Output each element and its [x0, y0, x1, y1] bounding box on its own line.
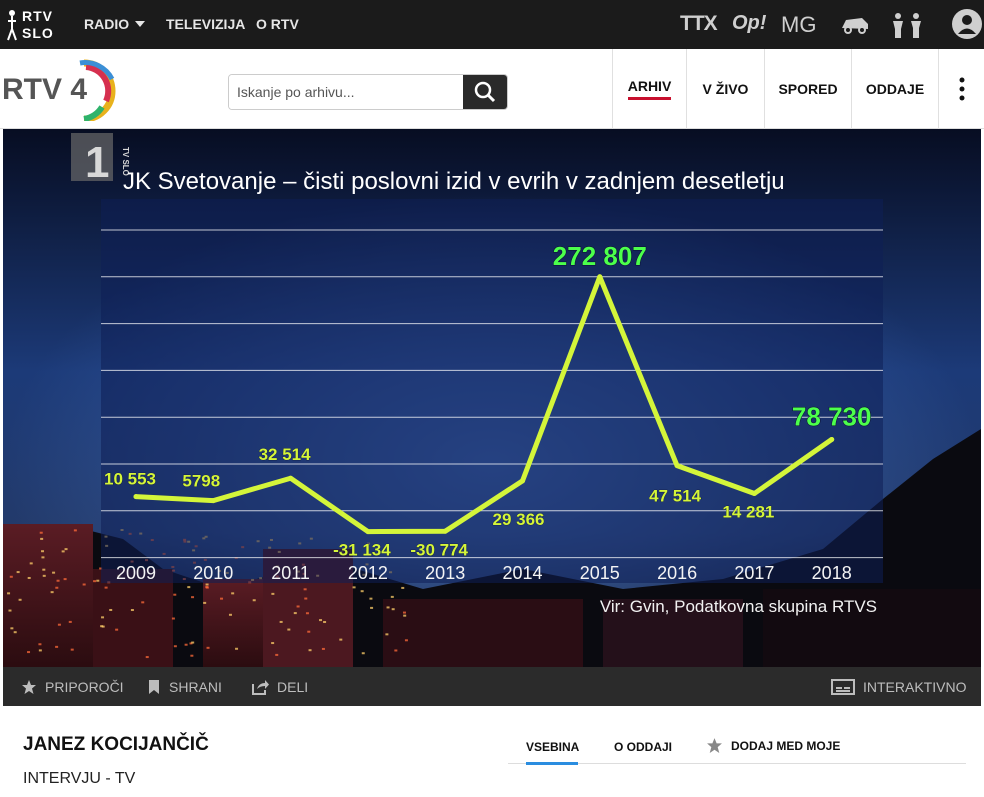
nav-v-zivo-label: V ŽIVO: [702, 81, 749, 97]
chart-point: [597, 274, 603, 280]
episode-info: JANEZ KOCIJANČIČ INTERVJU - TV VSEBINA O…: [3, 706, 981, 797]
channel-logo-number: 1: [85, 138, 109, 187]
accessibility-icon[interactable]: [890, 12, 926, 38]
search-input[interactable]: [229, 75, 465, 109]
save-button[interactable]: SHRANI: [147, 679, 222, 695]
chart-point: [442, 528, 448, 534]
search-icon: [474, 81, 496, 103]
chart-point: [520, 478, 525, 484]
tab-dodaj-med-moje[interactable]: DODAJ MED MOJE: [706, 737, 840, 754]
chart-point: [133, 494, 139, 500]
chart-point: [829, 436, 835, 442]
chart-title: JK Svetovanje – čisti poslovni izid v ev…: [123, 168, 785, 195]
chart-point: [365, 529, 371, 535]
active-tab-indicator: [526, 762, 578, 765]
chart-x-tick: 2011: [271, 563, 310, 583]
chart-x-tick: 2009: [116, 563, 156, 583]
rtvslo-figure-icon: [7, 10, 17, 41]
chart-data-label: 10 553: [104, 470, 156, 489]
chart-data-label: -31 134: [333, 541, 391, 560]
zkp-icon[interactable]: [840, 12, 872, 36]
bookmark-icon: [149, 680, 159, 694]
nav-v-zivo[interactable]: V ŽIVO: [686, 49, 764, 129]
chart-x-tick: 2017: [734, 563, 774, 583]
video-player[interactable]: 1 TV SLO JK Svetovanje – čisti poslovni …: [3, 129, 981, 667]
chart-x-tick: 2015: [580, 563, 620, 583]
star-icon: [22, 680, 36, 694]
chart-x-tick: 2013: [425, 563, 465, 583]
interactive-label: INTERAKTIVNO: [863, 679, 967, 695]
chart-data-label: 47 514: [649, 487, 702, 506]
chart-x-tick: 2016: [657, 563, 697, 583]
rtv4-logo[interactable]: RTV 4: [2, 57, 122, 123]
more-vertical-icon: [959, 77, 964, 101]
chart-data-label: 272 807: [553, 241, 647, 271]
share-label: DELI: [277, 679, 309, 695]
chart-data-label: 5798: [182, 472, 220, 491]
zkp-car-icon: [842, 18, 868, 34]
chevron-down-icon: [135, 21, 146, 27]
chart-point: [751, 490, 757, 496]
player-controls: PRIPOROČI SHRANI DELI INTERAKTIVNO: [3, 667, 981, 706]
share-icon: [252, 680, 269, 695]
chart-point: [288, 475, 294, 481]
recommend-label: PRIPOROČI: [45, 679, 124, 695]
nav-spored-label: SPORED: [778, 81, 838, 97]
video-frame-chart: 1 TV SLO JK Svetovanje – čisti poslovni …: [3, 129, 981, 667]
nav-oddaje[interactable]: ODDAJE: [851, 49, 938, 129]
nav-spored[interactable]: SPORED: [764, 49, 851, 129]
save-label: SHRANI: [169, 679, 222, 695]
rtv4-logo-text: RTV 4: [2, 73, 87, 106]
star-icon: [707, 738, 722, 753]
tab-o-oddaji[interactable]: O ODDAJI: [614, 740, 672, 754]
share-button[interactable]: DELI: [251, 679, 308, 695]
interactive-button[interactable]: INTERAKTIVNO: [831, 679, 966, 695]
chart-x-tick: 2014: [502, 563, 542, 583]
subtitles-icon: [831, 679, 855, 695]
chart-data-label: 14 281: [722, 502, 774, 521]
topnav-televizija[interactable]: TELEVIZIJA: [166, 16, 245, 32]
nav-oddaje-label: ODDAJE: [865, 81, 925, 97]
topnav-radio[interactable]: RADIO: [84, 16, 146, 32]
chart-point: [674, 463, 680, 469]
chart-x-tick: 2010: [193, 563, 233, 583]
site-header: RTV 4 ARHIV V ŽIVO SPORED ODDAJE: [0, 49, 984, 129]
chart-x-tick: 2012: [348, 563, 388, 583]
more-menu-button[interactable]: [938, 49, 984, 129]
topnav-ortv[interactable]: O RTV: [256, 16, 299, 32]
nav-arhiv-label: ARHIV: [627, 78, 672, 100]
chart-data-label: 29 366: [493, 510, 545, 529]
episode-person: JANEZ KOCIJANČIČ: [23, 734, 209, 755]
brand-line-1: RTV: [22, 8, 53, 24]
tab-dodaj-label: DODAJ MED MOJE: [731, 738, 841, 753]
op-icon[interactable]: Op!: [732, 12, 766, 36]
tab-vsebina[interactable]: VSEBINA: [526, 740, 579, 754]
user-icon[interactable]: [952, 9, 982, 39]
mg-icon[interactable]: MG: [781, 12, 816, 37]
rtv4-logo-mark: RTV 4: [2, 59, 116, 123]
ttx-icon[interactable]: TTX: [680, 12, 718, 36]
chart-x-tick: 2018: [812, 563, 852, 583]
search-button[interactable]: [463, 75, 507, 109]
top-bar: RTV SLO RADIO TELEVIZIJA O RTV TTX Op! M…: [0, 0, 984, 49]
topnav-radio-label: RADIO: [84, 16, 130, 32]
chart-data-label: 32 514: [259, 445, 312, 464]
brand-line-2: SLO: [22, 25, 54, 41]
recommend-button[interactable]: PRIPOROČI: [21, 679, 124, 695]
chart-source: Vir: Gvin, Podatkovna skupina RTVS: [600, 597, 877, 616]
chart-data-label: -30 774: [410, 540, 468, 559]
chart-data-label: 78 730: [792, 401, 872, 431]
rtvslo-logo[interactable]: RTV SLO: [6, 7, 56, 43]
nav-arhiv[interactable]: ARHIV: [612, 49, 686, 129]
chart-point: [210, 498, 216, 504]
episode-show: INTERVJU - TV: [23, 770, 136, 787]
search-box: [228, 74, 508, 110]
